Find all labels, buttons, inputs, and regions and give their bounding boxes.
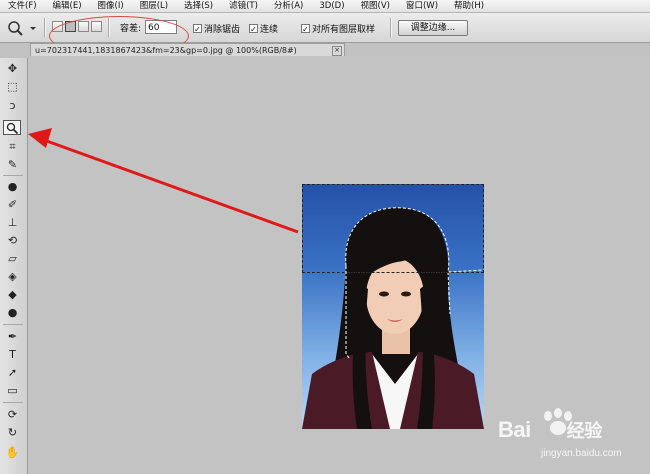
tools-panel: ✥ ⬚ ↄ ⌗ ✎ ● ✐ ⊥ ⟲ ▱ ◈ ◆ ● ✒ T ➚ ▭ ⟳ ↻ ✋: [0, 58, 28, 474]
type-icon[interactable]: T: [4, 348, 21, 362]
history-brush-icon[interactable]: ⟲: [4, 234, 21, 248]
path-select-icon[interactable]: ➚: [4, 366, 21, 380]
3d-orbit-icon[interactable]: ↻: [4, 426, 21, 440]
pen-icon[interactable]: ✒: [4, 330, 21, 344]
3d-rotate-icon[interactable]: ⟳: [4, 408, 21, 422]
menu-analysis[interactable]: 分析(A): [266, 0, 311, 12]
menu-3d[interactable]: 3D(D): [311, 0, 352, 12]
tools-separator: [3, 175, 23, 176]
antialias-option[interactable]: ✓ 消除锯齿: [193, 22, 240, 35]
magic-wand-preset-icon: [8, 21, 36, 36]
menu-help[interactable]: 帮助(H): [446, 0, 492, 12]
eyedropper-icon[interactable]: ✎: [4, 158, 21, 172]
watermark-brand: Bai 经验: [498, 417, 602, 443]
antialias-checkbox[interactable]: ✓: [193, 24, 202, 34]
options-divider: [390, 18, 392, 37]
refine-edge-button[interactable]: 调整边缘...: [398, 20, 468, 36]
stamp-icon[interactable]: ⊥: [4, 216, 21, 230]
tools-separator: [3, 402, 23, 403]
sample-all-layers-label: 对所有图层取样: [312, 25, 376, 35]
document-tab-title: u=702317441,1831867423&fm=23&gp=0.jpg @ …: [35, 46, 297, 55]
blur-icon[interactable]: ◆: [4, 288, 21, 302]
menu-bar: 文件(F) 编辑(E) 图像(I) 图层(L) 选择(S) 滤镜(T) 分析(A…: [0, 0, 650, 13]
portrait-photo[interactable]: [302, 184, 484, 429]
close-icon[interactable]: ×: [332, 46, 342, 56]
watermark-url: jingyan.baidu.com: [541, 448, 622, 459]
dodge-icon[interactable]: ●: [4, 306, 21, 320]
menu-view[interactable]: 视图(V): [353, 0, 398, 12]
magic-wand-icon[interactable]: [3, 120, 21, 135]
bucket-icon[interactable]: ◈: [4, 270, 21, 284]
tools-separator: [3, 324, 23, 325]
hand-icon[interactable]: ✋: [4, 446, 21, 460]
menu-image[interactable]: 图像(I): [90, 0, 132, 12]
portrait-illustration: [302, 207, 484, 429]
watermark-brand-text: Bai: [498, 417, 531, 442]
lasso-icon[interactable]: ↄ: [4, 99, 21, 113]
watermark-suffix: 经验: [566, 421, 603, 441]
menu-layer[interactable]: 图层(L): [132, 0, 176, 12]
sample-all-layers-option[interactable]: ✓ 对所有图层取样: [301, 22, 375, 35]
document-tab[interactable]: u=702317441,1831867423&fm=23&gp=0.jpg @ …: [30, 43, 345, 56]
menu-file[interactable]: 文件(F): [0, 0, 45, 12]
contiguous-checkbox[interactable]: ✓: [249, 24, 258, 34]
move-icon[interactable]: ✥: [4, 62, 21, 76]
crop-icon[interactable]: ⌗: [4, 140, 21, 154]
sample-all-layers-checkbox[interactable]: ✓: [301, 24, 310, 34]
eraser-icon[interactable]: ▱: [4, 252, 21, 266]
menu-select[interactable]: 选择(S): [176, 0, 221, 12]
options-divider: [44, 18, 46, 37]
tool-preset-picker[interactable]: [3, 18, 39, 38]
shape-icon[interactable]: ▭: [4, 384, 21, 398]
spot-heal-icon[interactable]: ●: [4, 180, 21, 194]
menu-edit[interactable]: 编辑(E): [45, 0, 90, 12]
marquee-icon[interactable]: ⬚: [4, 80, 21, 94]
brush-icon[interactable]: ✐: [4, 198, 21, 212]
menu-window[interactable]: 窗口(W): [398, 0, 446, 12]
contiguous-option[interactable]: ✓ 连续: [249, 22, 278, 35]
magic-wand-glyph: [6, 122, 19, 135]
menu-filter[interactable]: 滤镜(T): [221, 0, 266, 12]
antialias-label: 消除锯齿: [204, 25, 241, 35]
contiguous-label: 连续: [260, 25, 279, 35]
